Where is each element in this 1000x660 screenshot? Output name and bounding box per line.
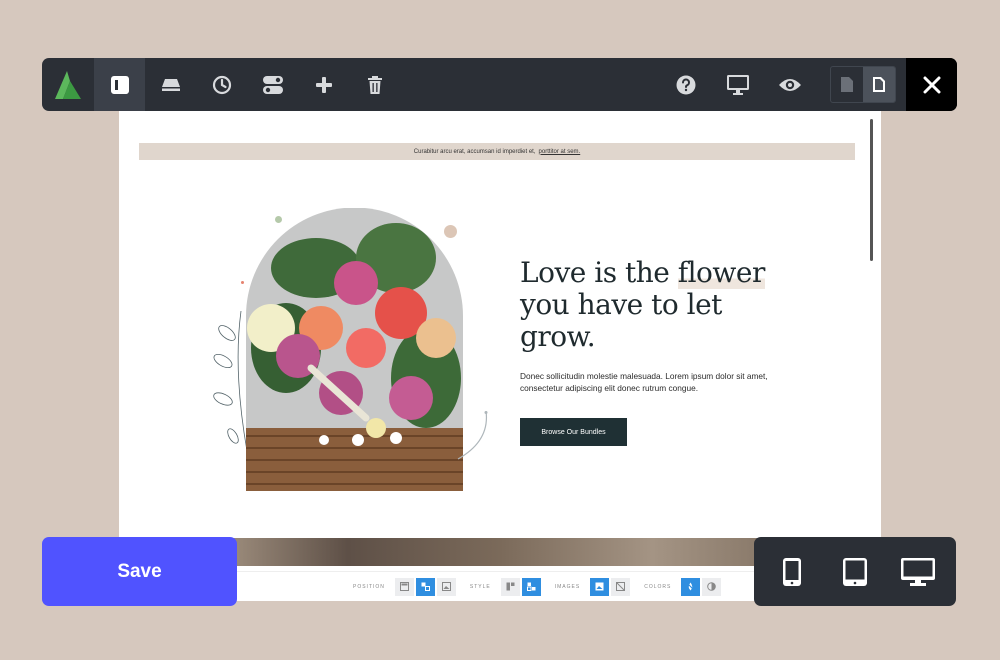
tablet-icon bbox=[842, 557, 867, 586]
position-option-1[interactable] bbox=[394, 577, 414, 596]
document-toggle bbox=[830, 66, 896, 103]
mobile-view-button[interactable] bbox=[767, 547, 817, 597]
announcement-text: Curabitur arcu erat, accumsan id imperdi… bbox=[413, 148, 536, 155]
hero-title-highlight: flower bbox=[677, 256, 765, 289]
eye-icon bbox=[779, 78, 801, 91]
tablet-view-button[interactable] bbox=[830, 547, 880, 597]
header-footer-button[interactable] bbox=[145, 58, 196, 111]
style-mixed-icon bbox=[526, 582, 536, 591]
position-label: POSITION bbox=[353, 583, 385, 590]
close-button[interactable] bbox=[906, 58, 957, 111]
sidebar-toggle-button[interactable] bbox=[94, 58, 145, 111]
settings-toggles-button[interactable] bbox=[247, 58, 298, 111]
logo-icon bbox=[42, 58, 94, 111]
style-option-2[interactable] bbox=[521, 577, 541, 596]
preview-button[interactable] bbox=[764, 58, 816, 111]
phone-icon bbox=[782, 557, 801, 586]
drive-icon bbox=[161, 78, 180, 91]
delete-button[interactable] bbox=[349, 58, 400, 111]
monitor-icon bbox=[727, 74, 749, 95]
image-icon bbox=[441, 582, 451, 591]
clock-icon bbox=[212, 75, 231, 94]
save-button[interactable]: Save bbox=[42, 537, 237, 606]
leaf-sprig-icon bbox=[213, 311, 248, 451]
history-button[interactable] bbox=[196, 58, 247, 111]
colors-controls bbox=[681, 577, 722, 596]
announcement-bar: Curabitur arcu erat, accumsan id imperdi… bbox=[139, 143, 855, 160]
images-label: IMAGES bbox=[554, 583, 581, 590]
images-controls bbox=[590, 577, 631, 596]
device-switcher bbox=[754, 537, 956, 606]
add-block-button[interactable] bbox=[298, 58, 349, 111]
document-active-option[interactable] bbox=[863, 67, 895, 102]
position-option-3[interactable] bbox=[436, 577, 456, 596]
hero-body-text: Donec sollicitudin molestie malesuada. L… bbox=[520, 371, 768, 393]
colors-option-2[interactable] bbox=[702, 577, 722, 596]
layout-top-icon bbox=[399, 582, 409, 591]
browse-bundles-button[interactable]: Browse Our Bundles bbox=[520, 418, 627, 446]
layout-split-icon bbox=[421, 582, 430, 591]
document-icon bbox=[841, 77, 853, 92]
sidebar-icon bbox=[110, 75, 129, 94]
hero-title: Love is the flower you have to let grow. bbox=[520, 256, 780, 353]
editor-toolbar bbox=[42, 58, 957, 111]
plus-icon bbox=[315, 76, 332, 93]
position-option-2[interactable] bbox=[415, 577, 435, 596]
images-option-2[interactable] bbox=[611, 577, 631, 596]
page-canvas: Curabitur arcu erat, accumsan id imperdi… bbox=[119, 111, 881, 601]
image-on-icon bbox=[595, 582, 604, 591]
position-controls bbox=[394, 577, 456, 596]
document-active-icon bbox=[873, 77, 885, 92]
announcement-link[interactable]: porttitor at sem. bbox=[539, 149, 581, 155]
style-controls bbox=[500, 577, 541, 596]
help-button[interactable] bbox=[660, 58, 712, 111]
colors-label: COLORS bbox=[644, 583, 672, 590]
document-option[interactable] bbox=[831, 67, 863, 102]
images-option-1[interactable] bbox=[590, 577, 610, 596]
color-drop-off-icon bbox=[686, 582, 695, 591]
trash-icon bbox=[367, 75, 382, 94]
style-grid-icon bbox=[506, 582, 515, 591]
style-option-1[interactable] bbox=[500, 577, 520, 596]
canvas-scrollbar[interactable] bbox=[870, 119, 873, 261]
hero-title-line3: grow. bbox=[520, 320, 596, 353]
hero-title-line1: Love is the bbox=[520, 256, 678, 289]
decorative-arc bbox=[457, 411, 488, 460]
close-icon bbox=[923, 76, 940, 93]
help-icon bbox=[676, 75, 696, 94]
decorative-dot bbox=[241, 281, 244, 284]
desktop-icon bbox=[901, 557, 936, 586]
flower-bouquet-image bbox=[246, 208, 463, 491]
colors-option-1[interactable] bbox=[681, 577, 701, 596]
desktop-preview-button[interactable] bbox=[712, 58, 764, 111]
style-label: STYLE bbox=[469, 583, 491, 590]
desktop-view-button[interactable] bbox=[893, 547, 943, 597]
hero-title-line2: you have to let bbox=[520, 288, 722, 321]
image-off-icon bbox=[616, 582, 626, 591]
contrast-icon bbox=[707, 582, 717, 591]
toggles-icon bbox=[262, 75, 283, 94]
